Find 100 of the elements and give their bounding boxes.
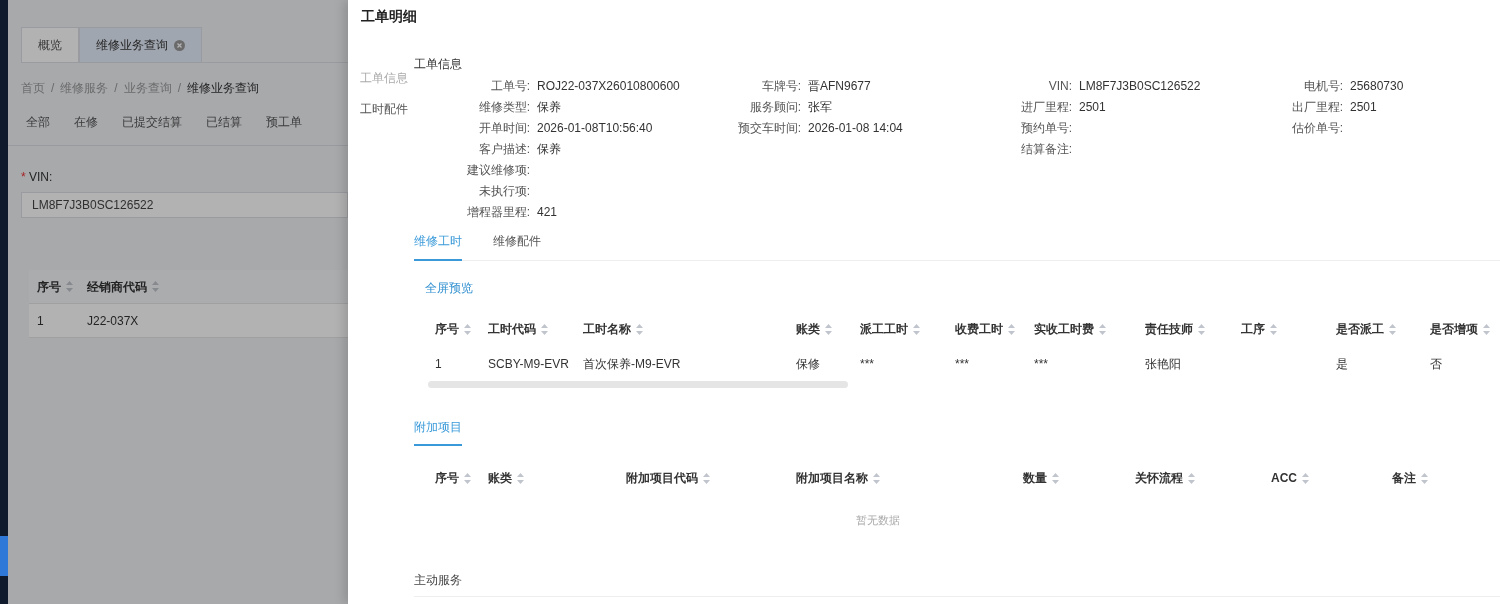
field-value: 25680730	[1350, 78, 1404, 93]
close-icon[interactable]	[174, 39, 185, 51]
fullscreen-link[interactable]: 全屏预览	[425, 279, 473, 297]
sort-icon[interactable]	[66, 281, 73, 292]
field-label: 预交车时间:	[737, 120, 801, 135]
field-label: 电机号:	[1303, 78, 1343, 93]
field-label: 工单号:	[490, 78, 530, 93]
sort-icon[interactable]	[1483, 323, 1490, 335]
table-cell: 张艳阳	[1145, 357, 1181, 371]
field-value: 2026-01-08 14:04	[808, 120, 903, 135]
sort-icon[interactable]	[1008, 323, 1015, 335]
table-cell: J22-037X	[87, 313, 139, 328]
field-label: 未执行项:	[478, 183, 530, 198]
page-tab[interactable]: 概览	[21, 27, 79, 62]
field-label: 进厂里程:	[1020, 99, 1072, 114]
field-label: 车牌号:	[761, 78, 801, 93]
table-cell: 否	[1430, 357, 1442, 371]
column-header: ACC	[1271, 470, 1297, 487]
table-cell: 是	[1336, 357, 1348, 371]
sort-icon[interactable]	[1198, 323, 1205, 335]
status-tab[interactable]: 已结算	[194, 113, 254, 145]
field-label: 增程器里程:	[466, 204, 530, 219]
field-label: 出厂里程:	[1291, 99, 1343, 114]
sort-icon[interactable]	[913, 323, 920, 335]
field-label: 建议维修项:	[466, 162, 530, 177]
column-header: 工序	[1241, 321, 1265, 338]
field-value: 2501	[1350, 99, 1377, 114]
sort-icon[interactable]	[1052, 472, 1059, 484]
section-heading: 主动服务	[414, 572, 462, 587]
field-value: LM8F7J3B0SC126522	[1079, 78, 1201, 93]
column-header: 收费工时	[955, 321, 1003, 338]
field-label: 估价单号:	[1291, 120, 1343, 135]
field-value: 2026-01-08T10:56:40	[537, 120, 653, 135]
sidebar-edge	[0, 536, 8, 576]
column-header: 实收工时费	[1034, 321, 1094, 338]
sort-icon[interactable]	[1270, 323, 1277, 335]
column-header: 附加项目代码	[626, 470, 698, 487]
field-value: 张军	[808, 99, 832, 114]
column-header: 派工工时	[860, 321, 908, 338]
sort-icon[interactable]	[825, 323, 832, 335]
column-header: 工时名称	[583, 321, 631, 338]
table-cell: SCBY-M9-EVR	[488, 357, 569, 371]
field-label: 结算备注:	[1020, 141, 1072, 156]
sort-icon[interactable]	[703, 472, 710, 484]
table-cell: 1	[435, 357, 442, 371]
status-tab[interactable]: 在修	[62, 113, 110, 145]
column-header: 数量	[1023, 470, 1047, 487]
column-header: 是否增项	[1430, 321, 1478, 338]
anchor-link[interactable]: 工时配件	[360, 100, 414, 118]
field-label: 服务顾问:	[749, 99, 801, 114]
status-tab[interactable]: 预工单	[254, 113, 314, 145]
required-mark: *	[21, 170, 26, 184]
column-header: 是否派工	[1336, 321, 1384, 338]
status-tab[interactable]: 已提交结算	[110, 113, 194, 145]
field-value: 421	[537, 204, 558, 219]
column-header: 序号	[37, 278, 61, 296]
sort-icon[interactable]	[873, 472, 880, 484]
column-header: 账类	[796, 321, 820, 338]
table-cell: 保修	[796, 357, 820, 371]
field-value: 2501	[1079, 99, 1106, 114]
column-header: 备注	[1392, 470, 1416, 487]
table-cell: ***	[955, 357, 969, 371]
sort-icon[interactable]	[1302, 472, 1309, 484]
scrollbar[interactable]	[428, 381, 848, 388]
field-value: 晋AFN9677	[808, 78, 871, 93]
sort-icon[interactable]	[1099, 323, 1106, 335]
sort-icon[interactable]	[464, 323, 471, 335]
field-label: VIN:	[1048, 78, 1072, 93]
sort-icon[interactable]	[152, 281, 159, 292]
field-label: VIN:	[28, 170, 53, 184]
column-header: 序号	[435, 470, 459, 487]
field-value: 保养	[537, 99, 561, 114]
table-cell: ***	[860, 357, 874, 371]
column-header: 工时代码	[488, 321, 536, 338]
field-label: 维修类型:	[478, 99, 530, 114]
sort-icon[interactable]	[541, 323, 548, 335]
sort-icon[interactable]	[464, 472, 471, 484]
column-header: 经销商代码	[87, 278, 147, 296]
field-label: 预约单号:	[1020, 120, 1072, 135]
column-header: 账类	[488, 470, 512, 487]
tab[interactable]: 附加项目	[414, 412, 462, 446]
breadcrumb-separator: /	[177, 80, 182, 97]
breadcrumb-item: 维修业务查询	[187, 80, 260, 97]
field-value: ROJ22-037X26010800600	[537, 78, 680, 93]
empty-text: 暂无数据	[856, 514, 900, 526]
page-tab[interactable]: 维修业务查询	[79, 27, 202, 62]
drawer-title: 工单明细	[360, 7, 418, 26]
vin-field[interactable]: LM8F7J3B0SC126522	[21, 192, 348, 218]
status-tab[interactable]: 全部	[14, 113, 62, 145]
section-heading: 工单信息	[414, 56, 463, 73]
sort-icon[interactable]	[517, 472, 524, 484]
sort-icon[interactable]	[1389, 323, 1396, 335]
table-cell: 1	[37, 313, 44, 328]
breadcrumb-separator: /	[51, 80, 55, 97]
sort-icon[interactable]	[636, 323, 643, 335]
tab[interactable]: 维修工时	[414, 228, 462, 261]
sort-icon[interactable]	[1188, 472, 1195, 484]
table-cell: 首次保养-M9-EVR	[583, 357, 681, 371]
tab[interactable]: 维修配件	[493, 228, 541, 261]
sort-icon[interactable]	[1421, 472, 1428, 484]
